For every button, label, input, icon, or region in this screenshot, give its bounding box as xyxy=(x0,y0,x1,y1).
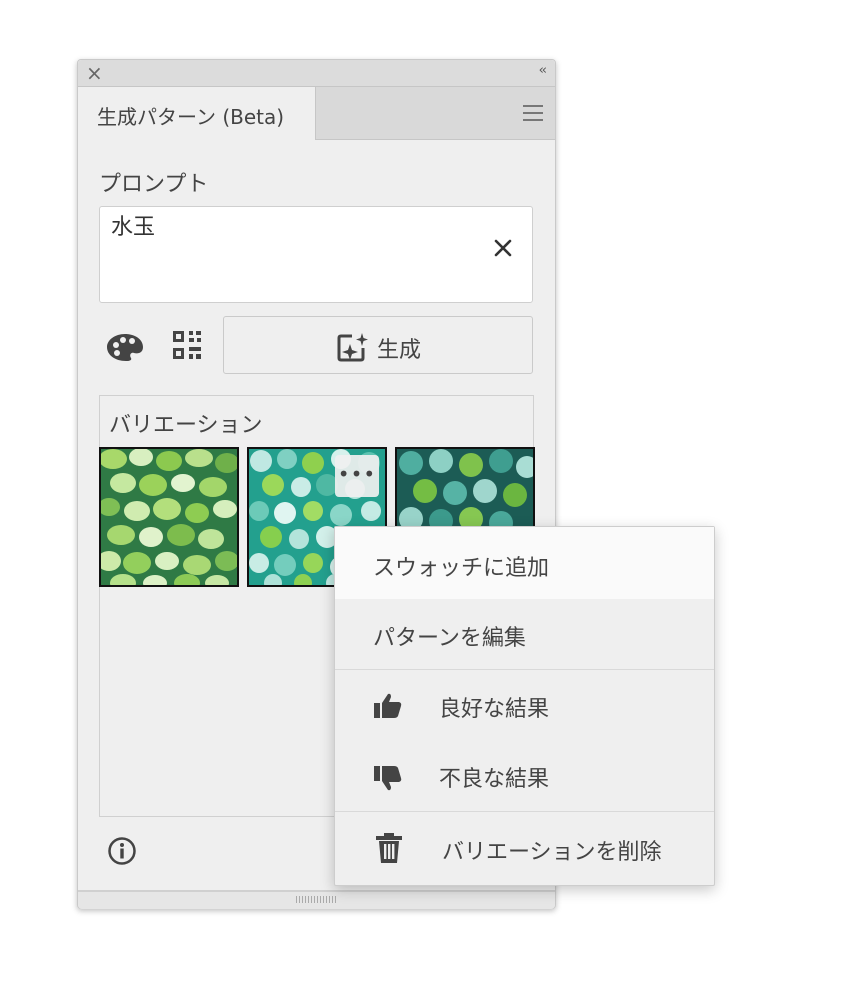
prompt-text[interactable]: 水玉 xyxy=(111,209,155,241)
tab-title: 生成パターン (Beta) xyxy=(97,105,285,129)
thumbs-down-icon xyxy=(374,766,402,791)
thumbs-up-icon xyxy=(374,693,402,718)
qr-grid-icon[interactable] xyxy=(172,330,202,360)
generate-button[interactable]: 生成 xyxy=(223,316,533,374)
prompt-label: プロンプト xyxy=(99,172,209,197)
clear-x-icon[interactable] xyxy=(494,239,512,257)
variations-label: バリエーション xyxy=(109,413,263,438)
tab-generative-patterns[interactable]: 生成パターン (Beta) xyxy=(78,87,316,140)
panel-titlebar: × ‹‹ xyxy=(78,60,555,87)
menu-item-bad-result[interactable]: 不良な結果 xyxy=(335,740,714,810)
hamburger-menu-icon[interactable] xyxy=(523,105,543,126)
sparkle-frame-icon xyxy=(337,333,368,362)
grip-icon xyxy=(296,896,336,903)
close-icon[interactable]: × xyxy=(86,61,103,85)
variation-context-menu: スウォッチに追加 パターンを編集 良好な結果 不良な結果 バリエーションを削除 xyxy=(334,526,715,886)
palette-icon[interactable] xyxy=(106,332,144,362)
menu-item-edit-pattern[interactable]: パターンを編集 xyxy=(335,599,714,669)
variation-thumbnail-1[interactable] xyxy=(99,447,239,587)
panel-tab-bar: 生成パターン (Beta) xyxy=(78,87,555,140)
trash-icon xyxy=(376,833,402,863)
more-options-button[interactable]: ••• xyxy=(335,455,379,497)
double-chevron-left-icon[interactable]: ‹‹ xyxy=(539,63,548,78)
prompt-input[interactable]: 水玉 xyxy=(99,206,533,303)
menu-item-delete-variation[interactable]: バリエーションを削除 xyxy=(335,812,714,884)
menu-item-add-to-swatches[interactable]: スウォッチに追加 xyxy=(335,527,714,599)
info-icon[interactable] xyxy=(107,836,137,866)
panel-resize-handle[interactable] xyxy=(78,890,555,909)
generate-label: 生成 xyxy=(377,338,422,363)
menu-item-good-result[interactable]: 良好な結果 xyxy=(335,670,714,740)
